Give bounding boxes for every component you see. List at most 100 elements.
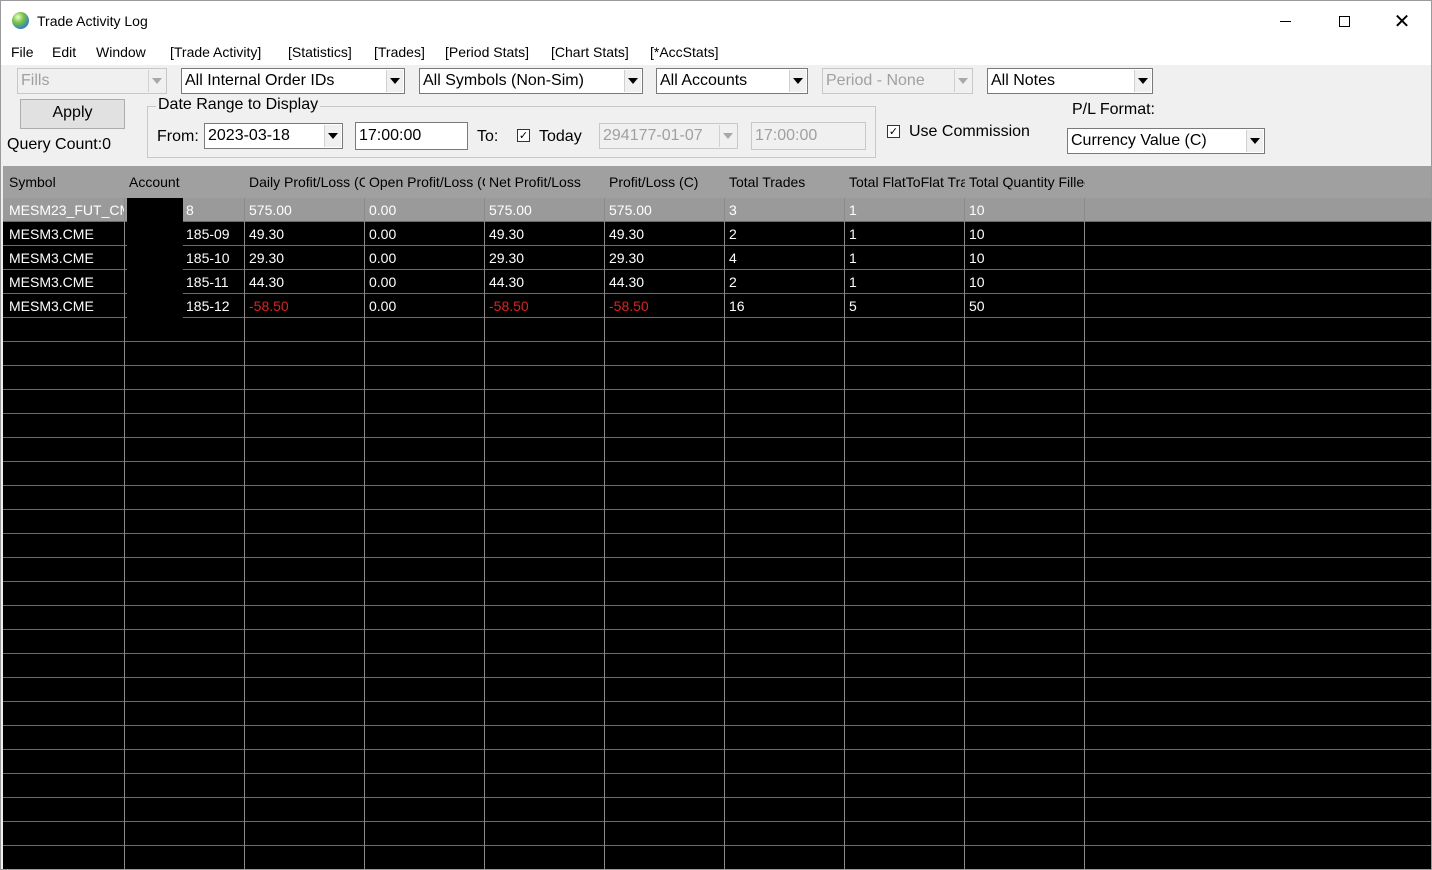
notes-select-arrow[interactable] — [1134, 70, 1151, 92]
column-header-total-qty[interactable]: Total Quantity Filled — [965, 166, 1085, 198]
cell-net-pl: 575.00 — [489, 202, 532, 218]
menu-edit[interactable]: Edit — [52, 44, 76, 60]
cell-pl: 49.30 — [609, 226, 645, 242]
minimize-icon — [1279, 20, 1291, 22]
menu-trade-activity[interactable]: [Trade Activity] — [170, 44, 261, 60]
cell-total-trades: 3 — [729, 202, 737, 218]
minimize-button[interactable] — [1256, 1, 1314, 41]
order-id-select-arrow[interactable] — [386, 70, 403, 92]
symbol-select[interactable]: All Symbols (Non-Sim) — [419, 68, 643, 94]
account-select[interactable]: All Accounts — [656, 68, 808, 94]
cell-flat-trades: 1 — [849, 274, 857, 290]
cell-open-pl: 0.00 — [369, 250, 397, 266]
pl-format-select[interactable]: Currency Value (C) — [1067, 128, 1265, 154]
menu-trades[interactable]: [Trades] — [374, 44, 425, 60]
cell-total-qty: 10 — [969, 274, 985, 290]
cell-account: 185-11 — [186, 274, 229, 290]
table-row[interactable]: MESM3.CME 185-11 44.30 0.00 44.30 44.30 2 1 10 — [3, 270, 1431, 294]
column-header-flat-trades[interactable]: Total FlatToFlat Trades — [845, 166, 965, 198]
order-id-select[interactable]: All Internal Order IDs — [181, 68, 405, 94]
column-header-pl[interactable]: Profit/Loss (C) — [605, 166, 725, 198]
to-time-input[interactable]: 17:00:00 — [751, 122, 866, 150]
query-count: Query Count:0 — [7, 136, 112, 153]
notes-select[interactable]: All Notes — [987, 68, 1153, 94]
today-checkbox[interactable]: ✓ — [517, 129, 530, 142]
grid-row-line — [3, 245, 1431, 246]
grid-column-line — [844, 198, 845, 869]
grid-row-line — [3, 533, 1431, 534]
grid-row-line — [3, 437, 1431, 438]
grid-row-line — [3, 317, 1431, 318]
pl-format-arrow[interactable] — [1246, 130, 1263, 152]
trade-activity-log-window: Trade Activity Log ✕ File Edit Window [T… — [0, 0, 1432, 870]
maximize-button[interactable] — [1315, 1, 1373, 41]
column-header-open-pl[interactable]: Open Profit/Loss (C) — [365, 166, 485, 198]
chevron-down-icon — [328, 133, 338, 139]
cell-total-trades: 2 — [729, 226, 737, 242]
column-header-net-pl[interactable]: Net Profit/Loss — [485, 166, 605, 198]
column-header-daily-pl[interactable]: Daily Profit/Loss (C) — [245, 166, 365, 198]
cell-daily-pl: 49.30 — [249, 226, 285, 242]
from-date-arrow[interactable] — [324, 125, 341, 147]
type-select[interactable]: Fills — [17, 68, 167, 94]
cell-total-trades: 2 — [729, 274, 737, 290]
to-date-picker[interactable]: 294177-01-07 — [599, 123, 738, 149]
app-globe-icon — [12, 12, 29, 29]
chevron-down-icon — [390, 78, 400, 84]
grid-row-line — [3, 629, 1431, 630]
cell-net-pl: -58.50 — [489, 298, 529, 314]
window-title: Trade Activity Log — [37, 13, 148, 29]
from-date-picker[interactable]: 2023-03-18 — [204, 123, 343, 149]
symbol-select-value: All Symbols (Non-Sim) — [423, 72, 584, 89]
grid-row-line — [3, 221, 1431, 222]
to-date-arrow[interactable] — [719, 125, 736, 147]
table-row[interactable]: MESM3.CME 185-10 29.30 0.00 29.30 29.30 4 1 10 — [3, 246, 1431, 270]
grid-row-line — [3, 389, 1431, 390]
trade-stats-grid[interactable]: Symbol Account Daily Profit/Loss (C) Ope… — [3, 166, 1431, 869]
menu-statistics[interactable]: [Statistics] — [288, 44, 352, 60]
table-row[interactable]: MESM3.CME 185-09 49.30 0.00 49.30 49.30 2 1 10 — [3, 222, 1431, 246]
close-icon: ✕ — [1393, 9, 1411, 33]
cell-daily-pl: 29.30 — [249, 250, 285, 266]
cell-open-pl: 0.00 — [369, 202, 397, 218]
chevron-down-icon — [628, 78, 638, 84]
table-row[interactable]: MESM23_FUT_CME 8 575.00 0.00 575.00 575.00 3 1 1… — [3, 198, 1431, 222]
close-button[interactable]: ✕ — [1373, 1, 1431, 41]
apply-button[interactable]: Apply — [20, 99, 125, 129]
notes-select-value: All Notes — [991, 72, 1056, 89]
cell-open-pl: 0.00 — [369, 274, 397, 290]
use-commission-checkbox[interactable]: ✓ — [887, 125, 900, 138]
symbol-select-arrow[interactable] — [624, 70, 641, 92]
from-date-value: 2023-03-18 — [208, 127, 290, 144]
menu-chart-stats[interactable]: [Chart Stats] — [551, 44, 629, 60]
menu-period-stats[interactable]: [Period Stats] — [445, 44, 529, 60]
grid-column-line — [484, 198, 485, 869]
cell-flat-trades: 1 — [849, 226, 857, 242]
menu-window[interactable]: Window — [96, 44, 146, 60]
grid-column-line — [604, 198, 605, 869]
grid-row-line — [3, 773, 1431, 774]
cell-symbol: MESM3.CME — [9, 274, 94, 290]
from-time-input[interactable]: 17:00:00 — [355, 122, 468, 150]
period-select-arrow[interactable] — [954, 70, 971, 92]
column-header-total-trades[interactable]: Total Trades — [725, 166, 845, 198]
grid-row-line — [3, 509, 1431, 510]
filter-toolbar: Fills All Internal Order IDs All Symbols… — [1, 65, 1431, 166]
cell-flat-trades: 1 — [849, 250, 857, 266]
column-header-account[interactable]: Account — [125, 166, 245, 198]
cell-daily-pl: -58.50 — [249, 298, 289, 314]
grid-row-line — [3, 485, 1431, 486]
menu-acc-stats[interactable]: [*AccStats] — [650, 44, 718, 60]
menu-file[interactable]: File — [11, 44, 34, 60]
column-header-symbol[interactable]: Symbol — [5, 166, 125, 198]
grid-row-line — [3, 821, 1431, 822]
date-range-title: Date Range to Display — [156, 96, 321, 114]
cell-account: 185-12 — [186, 298, 230, 314]
grid-row-line — [3, 797, 1431, 798]
type-select-arrow[interactable] — [148, 70, 165, 92]
period-select[interactable]: Period - None — [822, 68, 973, 94]
table-row[interactable]: MESM3.CME 185-12 -58.50 0.00 -58.50 -58.50 16 5… — [3, 294, 1431, 318]
account-select-arrow[interactable] — [789, 70, 806, 92]
pl-format-value: Currency Value (C) — [1071, 132, 1207, 149]
chevron-down-icon — [793, 78, 803, 84]
